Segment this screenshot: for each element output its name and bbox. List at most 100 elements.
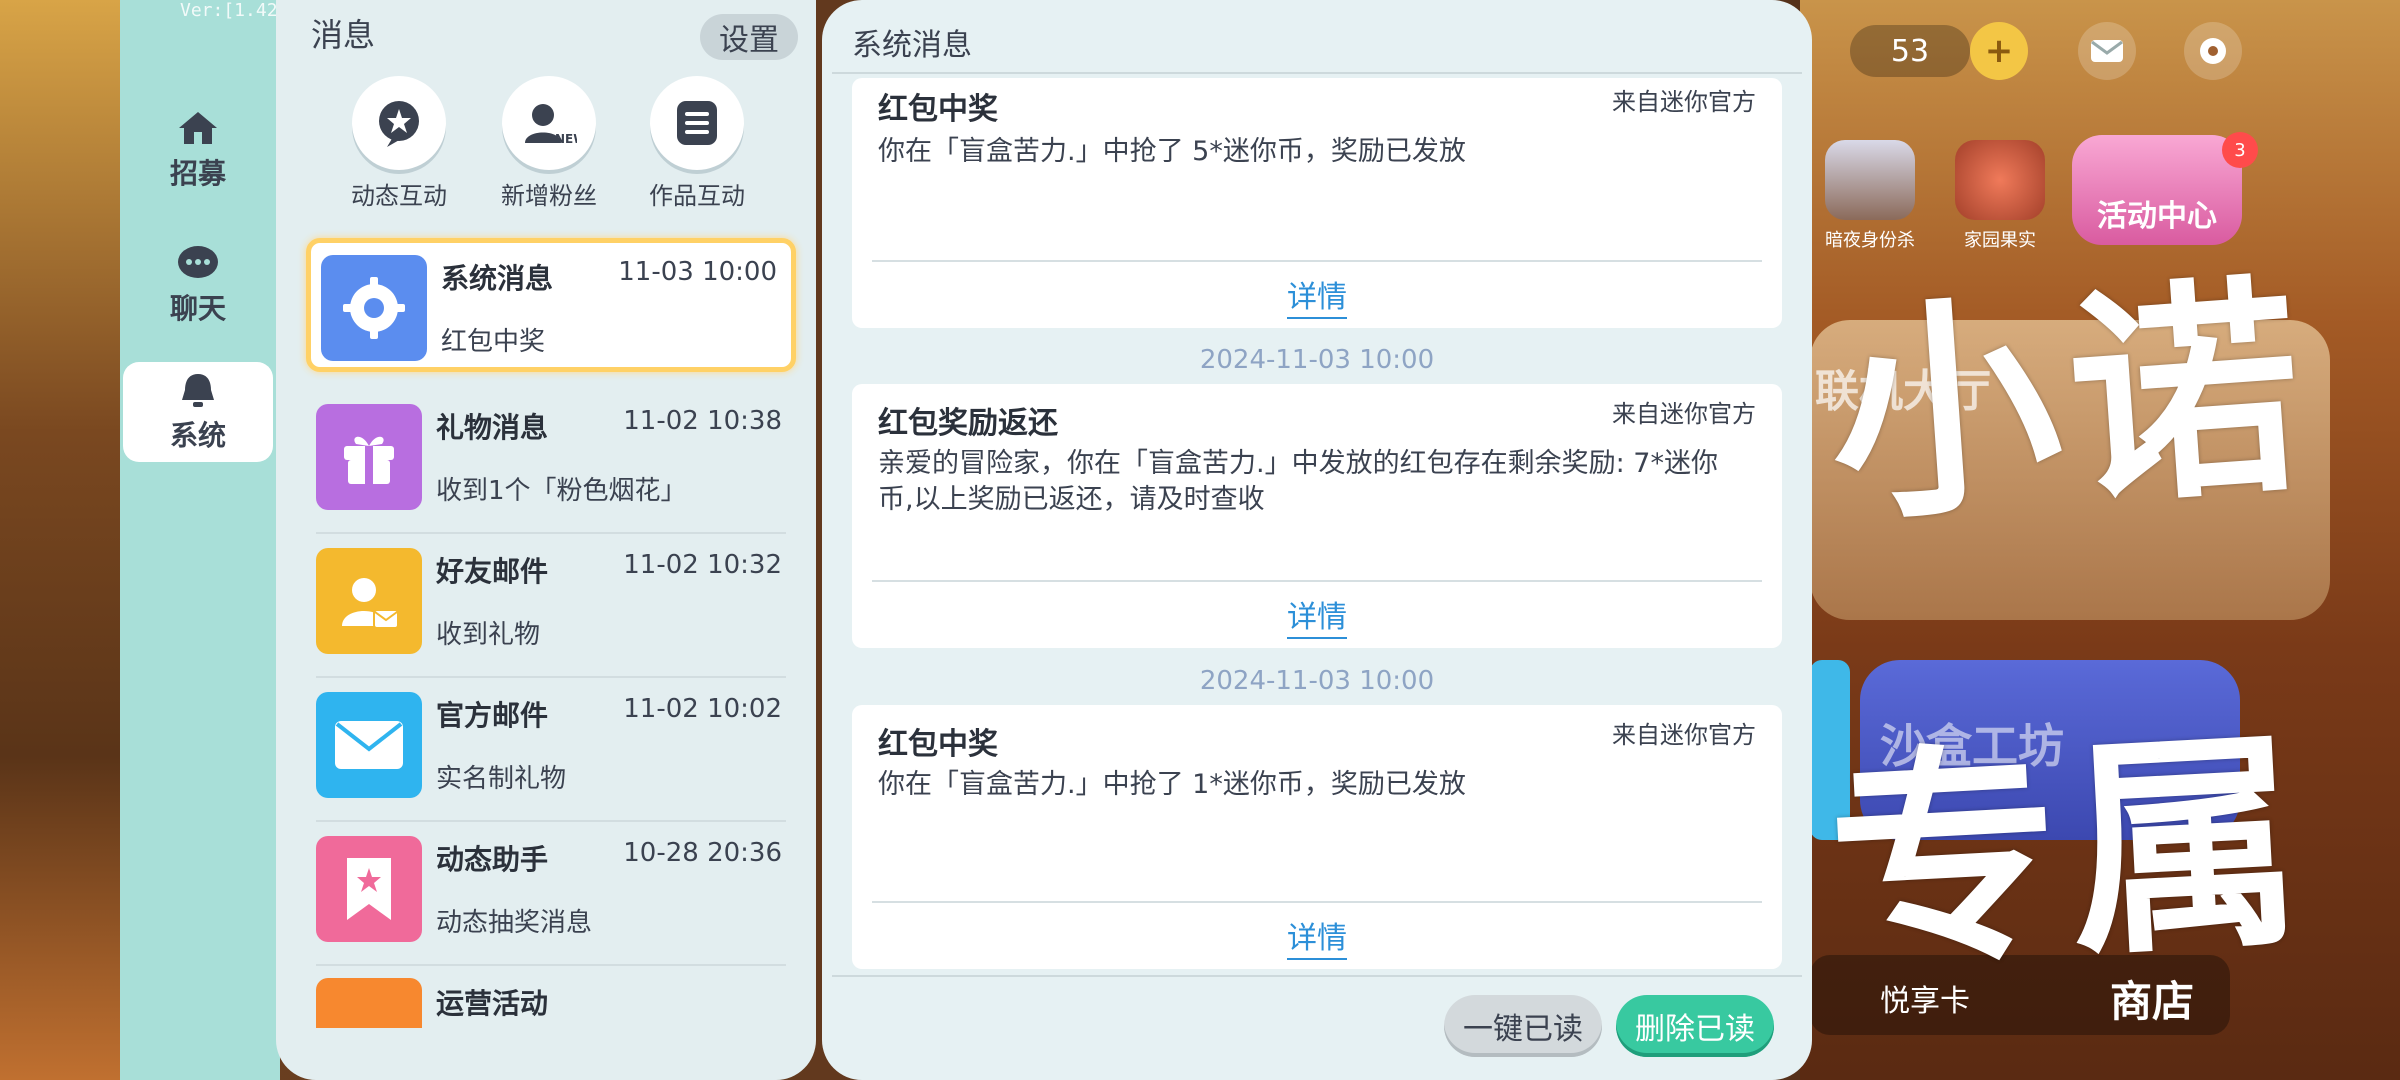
mark-all-read-button[interactable]: 一键已读 <box>1444 995 1602 1057</box>
category-new-fans[interactable]: NEW 新增粉丝 <box>484 76 614 211</box>
message-row-friend-mail[interactable]: 好友邮件 11-02 10:32 收到礼物 <box>306 536 796 678</box>
row-divider <box>316 964 786 966</box>
settings-button[interactable]: 设置 <box>700 14 798 60</box>
nav-system-label: 系统 <box>169 419 226 452</box>
row-subtitle: 收到礼物 <box>436 620 541 650</box>
mail-button[interactable] <box>2078 22 2136 80</box>
detail-title: 系统消息 <box>852 28 972 63</box>
friend-mail-icon <box>316 548 422 654</box>
row-time: 11-02 10:32 <box>623 550 782 580</box>
row-time: 11-02 10:02 <box>623 694 782 724</box>
card-title: 红包中奖 <box>878 92 998 127</box>
nav-system[interactable]: 系统 <box>123 362 273 462</box>
watermark-line-1: 小诺 <box>1821 254 2319 555</box>
message-row-official-mail[interactable]: 官方邮件 11-02 10:02 实名制礼物 <box>306 680 796 822</box>
delete-read-button[interactable]: 删除已读 <box>1616 995 1774 1057</box>
row-divider <box>316 676 786 678</box>
nav-recruit-label: 招募 <box>169 157 226 190</box>
settings-gear-button[interactable] <box>2184 22 2242 80</box>
message-row-gift[interactable]: 礼物消息 11-02 10:38 收到1个「粉色烟花」 <box>306 392 796 534</box>
details-link[interactable]: 详情 <box>852 592 1782 639</box>
row-time: 11-02 10:38 <box>623 406 782 436</box>
row-name: 系统消息 <box>441 262 554 295</box>
date-separator: 2024-11-03 10:00 <box>1199 666 1435 696</box>
card-source: 来自迷你官方 <box>1612 400 1756 428</box>
message-card: 红包奖励返还 来自迷你官方 亲爱的冒险家，你在「盲盒苦力.」中发放的红包存在剩余… <box>852 384 1782 648</box>
details-link-text: 详情 <box>1287 921 1347 960</box>
row-name: 运营活动 <box>436 987 549 1020</box>
star-bubble-icon <box>352 76 446 170</box>
card-title: 红包奖励返还 <box>878 406 1058 441</box>
game-label: 家园果实 <box>1964 230 2036 251</box>
details-link[interactable]: 详情 <box>852 272 1782 319</box>
add-coins-button[interactable]: + <box>1970 22 2028 80</box>
details-link-text: 详情 <box>1287 600 1347 639</box>
category-works-interaction[interactable]: 作品互动 <box>632 76 762 211</box>
chat-bubble-icon <box>175 243 221 283</box>
row-name: 礼物消息 <box>436 411 549 444</box>
svg-text:NEW: NEW <box>555 132 577 146</box>
title-divider <box>832 72 1802 74</box>
card-divider <box>872 901 1762 903</box>
game-label: 暗夜身份杀 <box>1825 230 1915 251</box>
panel-title: 消息 <box>311 16 376 54</box>
home-icon <box>175 108 221 148</box>
message-row-operations[interactable]: 运营活动 <box>306 968 796 1080</box>
row-subtitle: 实名制礼物 <box>436 764 567 794</box>
game-home-fruit[interactable]: 家园果实 <box>1945 140 2055 252</box>
row-name: 动态助手 <box>436 843 549 876</box>
envelope-icon <box>316 692 422 798</box>
mail-icon <box>2091 40 2123 62</box>
row-name: 好友邮件 <box>436 555 549 588</box>
card-body: 亲爱的冒险家，你在「盲盒苦力.」中发放的红包存在剩余奖励: 7*迷你币,以上奖励… <box>878 448 1718 515</box>
gift-icon <box>316 404 422 510</box>
bell-icon <box>175 370 221 410</box>
bookmark-star-icon <box>316 836 422 942</box>
card-title: 红包中奖 <box>878 727 998 762</box>
game-thumbnail <box>1825 140 1915 220</box>
row-time: 11-03 10:00 <box>618 257 777 287</box>
coin-count: 53 <box>1850 25 1970 77</box>
date-separator: 2024-11-03 10:00 <box>1199 345 1435 375</box>
message-detail-panel: 系统消息 红包中奖 来自迷你官方 你在「盲盒苦力.」中抢了 5*迷你币，奖励已发… <box>822 0 1812 1080</box>
row-name: 官方邮件 <box>436 699 549 732</box>
nav-chat[interactable]: 聊天 <box>123 235 273 335</box>
gear-icon <box>2200 38 2226 64</box>
watermark-line-2: 专属 <box>1823 708 2317 1001</box>
left-nav: 招募 聊天 系统 <box>120 0 280 1080</box>
row-divider <box>316 820 786 822</box>
event-center-button[interactable]: 活动中心 <box>2072 135 2242 245</box>
footer-divider <box>832 975 1802 977</box>
card-source: 来自迷你官方 <box>1612 721 1756 749</box>
details-link-text: 详情 <box>1287 280 1347 319</box>
megaphone-icon <box>316 978 422 1028</box>
details-link[interactable]: 详情 <box>852 913 1782 960</box>
card-divider <box>872 260 1762 262</box>
message-card: 红包中奖 来自迷你官方 你在「盲盒苦力.」中抢了 5*迷你币，奖励已发放 详情 <box>852 78 1782 328</box>
event-badge: 3 <box>2222 132 2258 168</box>
nav-chat-label: 聊天 <box>169 292 226 325</box>
game-thumbnail <box>1955 140 2045 220</box>
background-left-strip <box>0 0 120 1080</box>
row-subtitle: 红包中奖 <box>441 327 546 357</box>
nav-recruit[interactable]: 招募 <box>123 100 273 200</box>
category-label: 作品互动 <box>649 182 745 210</box>
works-list-icon <box>650 76 744 170</box>
row-divider <box>316 532 786 534</box>
category-label: 新增粉丝 <box>501 182 597 210</box>
row-time: 10-28 20:36 <box>623 838 782 868</box>
game-night-identity[interactable]: 暗夜身份杀 <box>1815 140 1925 252</box>
gear-icon <box>321 255 427 361</box>
message-row-dynamic-assistant[interactable]: 动态助手 10-28 20:36 动态抽奖消息 <box>306 824 796 966</box>
card-body: 你在「盲盒苦力.」中抢了 1*迷你币，奖励已发放 <box>878 769 1466 800</box>
new-fan-icon: NEW <box>502 76 596 170</box>
category-dynamic-interaction[interactable]: 动态互动 <box>334 76 464 211</box>
card-body: 你在「盲盒苦力.」中抢了 5*迷你币，奖励已发放 <box>878 136 1466 167</box>
message-list-panel: 消息 设置 动态互动 NEW 新增粉丝 <box>276 0 816 1080</box>
card-source: 来自迷你官方 <box>1612 88 1756 116</box>
message-card: 红包中奖 来自迷你官方 你在「盲盒苦力.」中抢了 1*迷你币，奖励已发放 详情 <box>852 705 1782 969</box>
card-divider <box>872 580 1762 582</box>
category-label: 动态互动 <box>351 182 447 210</box>
row-subtitle: 动态抽奖消息 <box>436 908 593 938</box>
message-row-system[interactable]: 系统消息 11-03 10:00 红包中奖 <box>306 238 796 372</box>
